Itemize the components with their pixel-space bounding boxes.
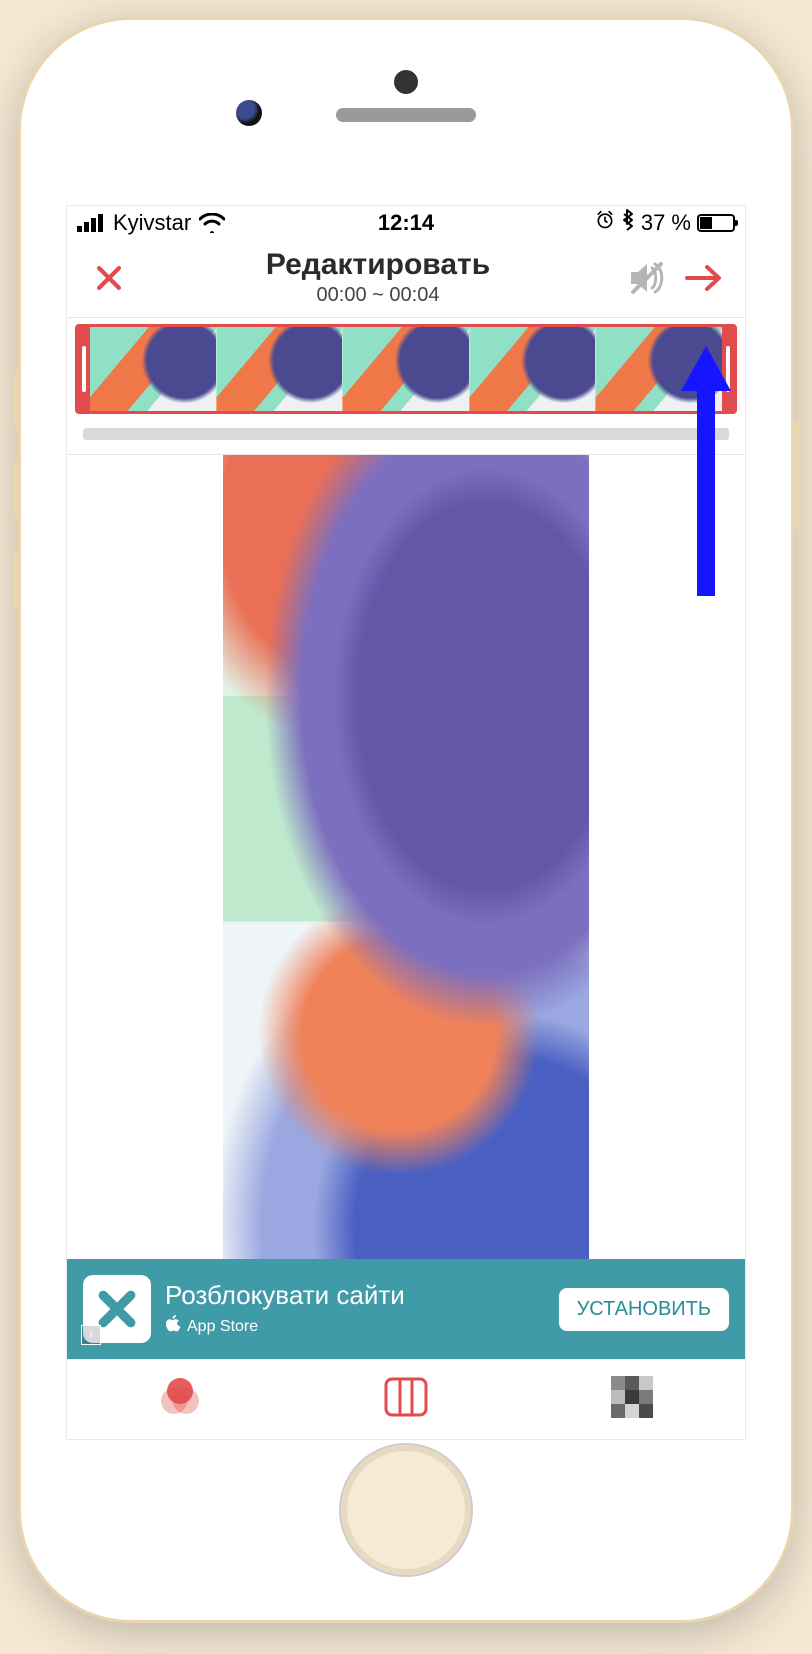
- pixelate-icon: [611, 1376, 653, 1423]
- ad-text: Розблокувати сайти App Store: [165, 1280, 545, 1338]
- timeline-frame: [90, 327, 217, 411]
- close-button[interactable]: [81, 261, 137, 295]
- tab-pixelate[interactable]: [519, 1360, 745, 1439]
- timeline-frame: [596, 327, 722, 411]
- mute-button[interactable]: [619, 260, 675, 296]
- next-button[interactable]: [675, 263, 731, 293]
- scrub-slider[interactable]: [83, 428, 729, 440]
- status-bar: Kyivstar 12:14 37 %: [67, 206, 745, 240]
- header-title-block: Редактировать 00:00 ~ 00:04: [137, 248, 619, 307]
- ad-app-icon: i: [83, 1275, 151, 1343]
- battery-percent: 37 %: [641, 210, 691, 236]
- front-camera: [236, 100, 262, 126]
- page-title: Редактировать: [137, 248, 619, 282]
- ad-banner[interactable]: i Розблокувати сайти App Store УСТАНОВИТ…: [67, 1259, 745, 1359]
- ad-title: Розблокувати сайти: [165, 1280, 545, 1311]
- layout-icon: [384, 1377, 428, 1422]
- home-button[interactable]: [341, 1445, 471, 1575]
- preview-area[interactable]: [67, 455, 745, 1259]
- ad-store: App Store: [165, 1315, 545, 1338]
- apple-logo-icon: [165, 1315, 181, 1338]
- timeline-frame: [217, 327, 344, 411]
- preview-image: [223, 455, 589, 1259]
- carrier-label: Kyivstar: [113, 210, 191, 236]
- wifi-icon: [199, 213, 225, 233]
- trim-handle-right[interactable]: [722, 327, 734, 411]
- timeline-section: [67, 318, 745, 454]
- ad-info-badge[interactable]: i: [81, 1325, 101, 1345]
- status-right: 37 %: [434, 209, 735, 237]
- tab-layout[interactable]: [293, 1360, 519, 1439]
- scrub-thumb[interactable]: [705, 423, 711, 445]
- battery-icon: [697, 214, 735, 232]
- speaker-grill: [336, 108, 476, 122]
- proximity-sensor: [394, 70, 418, 94]
- alarm-icon: [595, 210, 615, 236]
- phone-frame: Kyivstar 12:14 37 %: [21, 20, 791, 1620]
- ad-store-label: App Store: [187, 1318, 258, 1336]
- bottom-tabbar: [67, 1359, 745, 1439]
- bluetooth-icon: [621, 209, 635, 237]
- trim-timeline[interactable]: [75, 324, 737, 414]
- ad-install-button[interactable]: УСТАНОВИТЬ: [559, 1288, 729, 1331]
- tab-filters[interactable]: [67, 1360, 293, 1439]
- signal-icon: [77, 214, 105, 232]
- editor-header: Редактировать 00:00 ~ 00:04: [67, 240, 745, 318]
- filters-icon: [157, 1377, 203, 1422]
- timeline-frames[interactable]: [90, 327, 722, 411]
- time-range: 00:00 ~ 00:04: [137, 284, 619, 307]
- screen: Kyivstar 12:14 37 %: [66, 205, 746, 1440]
- timeline-frame: [343, 327, 470, 411]
- status-left: Kyivstar: [77, 210, 378, 236]
- trim-handle-left[interactable]: [78, 327, 90, 411]
- timeline-frame: [470, 327, 597, 411]
- clock: 12:14: [378, 210, 434, 236]
